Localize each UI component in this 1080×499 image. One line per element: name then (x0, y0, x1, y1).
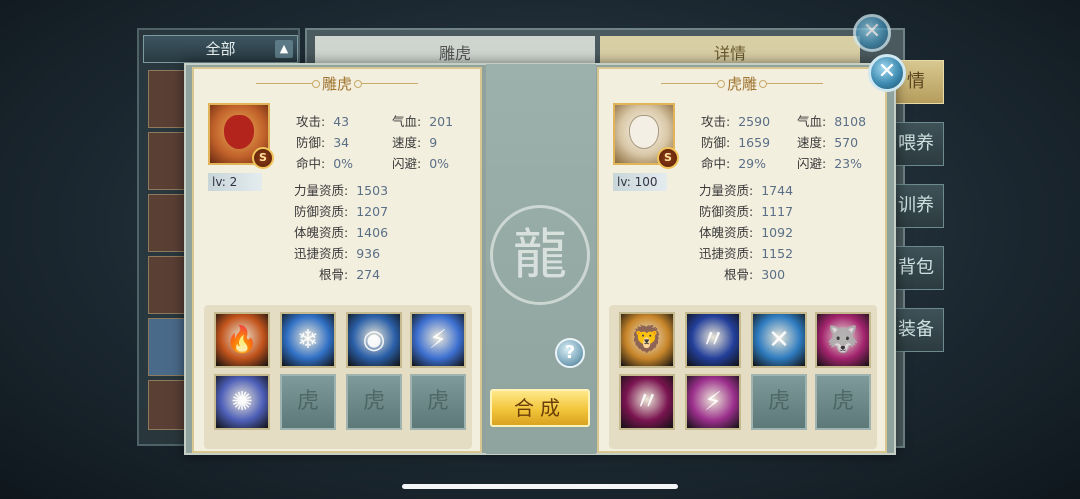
skill-glyph: 〃 (633, 387, 660, 417)
aptitude-strength: 力量资质: 1744 (699, 183, 794, 198)
skill-glyph: 🐺 (826, 325, 860, 355)
aptitude-root-bone: 根骨: 274 (319, 267, 381, 282)
stat-hit: 命中: 0% (296, 156, 354, 171)
left-pet-portrait[interactable]: S (208, 103, 274, 169)
chevron-up-icon[interactable]: ▲ (275, 40, 293, 58)
skill-glyph: ⚡ (703, 387, 723, 417)
aptitude-agility: 迅捷资质: 936 (294, 246, 381, 261)
empty-slot-icon[interactable]: 虎 (751, 374, 807, 430)
stat-attack: 攻击: 43 (296, 114, 350, 129)
filter-dropdown[interactable]: 全部 ▲ (143, 35, 298, 63)
ice-beast-skill-icon[interactable]: ❄ (280, 312, 336, 368)
skill-glyph: 🦁 (630, 325, 664, 355)
dragon-emblem-icon: 龍 (490, 205, 590, 305)
pet-list-item[interactable] (148, 318, 186, 376)
pet-list-item[interactable] (148, 132, 186, 190)
side-tab-equip[interactable]: 装备 (888, 308, 944, 352)
skill-glyph: 虎 (296, 389, 319, 414)
purple-wolf-skill-icon[interactable]: 🐺 (815, 312, 871, 368)
vortex-skill-icon[interactable]: ✺ (214, 374, 270, 430)
aptitude-strength: 力量资质: 1503 (294, 183, 389, 198)
stat-defense: 防御: 34 (296, 135, 350, 150)
right-pet-portrait[interactable]: S (613, 103, 679, 169)
close-dialog-button[interactable]: ✕ (868, 54, 906, 92)
pet-list-item[interactable] (148, 70, 186, 128)
stat-speed: 速度: 9 (392, 135, 438, 150)
stat-hp: 气血: 8108 (797, 114, 867, 129)
pink-claw-skill-icon[interactable]: 〃 (619, 374, 675, 430)
pet-list-item[interactable] (148, 256, 186, 314)
lion-roar-skill-icon[interactable]: 🦁 (619, 312, 675, 368)
stat-attack: 攻击: 2590 (701, 114, 771, 129)
skill-glyph: ⚡ (428, 325, 448, 355)
home-indicator[interactable] (402, 484, 678, 489)
lightning-slash-skill-icon[interactable]: ⚡ (410, 312, 466, 368)
skill-glyph: 🔥 (225, 325, 259, 355)
purple-lightning-skill-icon[interactable]: ⚡ (685, 374, 741, 430)
side-tab-bag[interactable]: 背包 (888, 246, 944, 290)
cross-blades-skill-icon[interactable]: ✕ (751, 312, 807, 368)
pet-list-item[interactable] (148, 380, 186, 430)
skill-glyph: 虎 (767, 389, 790, 414)
stat-dodge: 闪避: 23% (797, 156, 863, 171)
skill-glyph: ✕ (768, 325, 790, 355)
red-beast-face-icon (224, 115, 254, 149)
rank-badge: S (657, 147, 679, 169)
aptitude-defense: 防御资质: 1117 (699, 204, 794, 219)
stat-hit: 命中: 29% (701, 156, 767, 171)
rank-badge: S (252, 147, 274, 169)
aptitude-root-bone: 根骨: 300 (724, 267, 786, 282)
stat-defense: 防御: 1659 (701, 135, 771, 150)
stat-dodge: 闪避: 0% (392, 156, 450, 171)
skill-glyph: 〃 (699, 325, 726, 355)
empty-slot-icon[interactable]: 虎 (410, 374, 466, 430)
side-tab-train[interactable]: 训养 (888, 184, 944, 228)
fire-phoenix-skill-icon[interactable]: 🔥 (214, 312, 270, 368)
skill-glyph: ✺ (231, 387, 253, 417)
title-ornament (759, 80, 823, 88)
title-ornament (354, 80, 418, 88)
skill-glyph: ❄ (297, 325, 319, 355)
background-close-button[interactable]: ✕ (853, 14, 891, 52)
skill-glyph: ◉ (362, 325, 386, 355)
left-pet-name: 雕虎 (321, 75, 352, 93)
side-tab-feed[interactable]: 喂养 (888, 122, 944, 166)
right-pet-level: lv: 100 (613, 173, 667, 191)
aptitude-agility: 迅捷资质: 1152 (699, 246, 794, 261)
merge-button[interactable]: 合成 (490, 389, 590, 427)
stat-hp: 气血: 201 (392, 114, 454, 129)
blue-claw-skill-icon[interactable]: 〃 (685, 312, 741, 368)
stat-speed: 速度: 570 (797, 135, 859, 150)
empty-slot-icon[interactable]: 虎 (815, 374, 871, 430)
right-pet-panel: 虎雕 S lv: 100 攻击: 2590 气血: 8108 防御: 1659 速度:… (597, 67, 887, 453)
skill-glyph: 虎 (831, 389, 854, 414)
aptitude-physique: 体魄资质: 1092 (699, 225, 794, 240)
water-orb-skill-icon[interactable]: ◉ (346, 312, 402, 368)
help-button[interactable]: ? (555, 338, 585, 368)
left-pet-level: lv: 2 (208, 173, 262, 191)
skill-glyph: 虎 (426, 389, 449, 414)
filter-label: 全部 (205, 40, 236, 58)
empty-slot-icon[interactable]: 虎 (346, 374, 402, 430)
empty-slot-icon[interactable]: 虎 (280, 374, 336, 430)
aptitude-defense: 防御资质: 1207 (294, 204, 389, 219)
aptitude-physique: 体魄资质: 1406 (294, 225, 389, 240)
left-pet-panel: 雕虎 S lv: 2 攻击: 43 气血: 201 防御: 34 速度: 9 命中: 0%… (192, 67, 482, 453)
right-pet-name: 虎雕 (726, 75, 757, 93)
pet-list-item[interactable] (148, 194, 186, 252)
skill-glyph: 虎 (362, 389, 385, 414)
white-tiger-face-icon (629, 115, 659, 149)
